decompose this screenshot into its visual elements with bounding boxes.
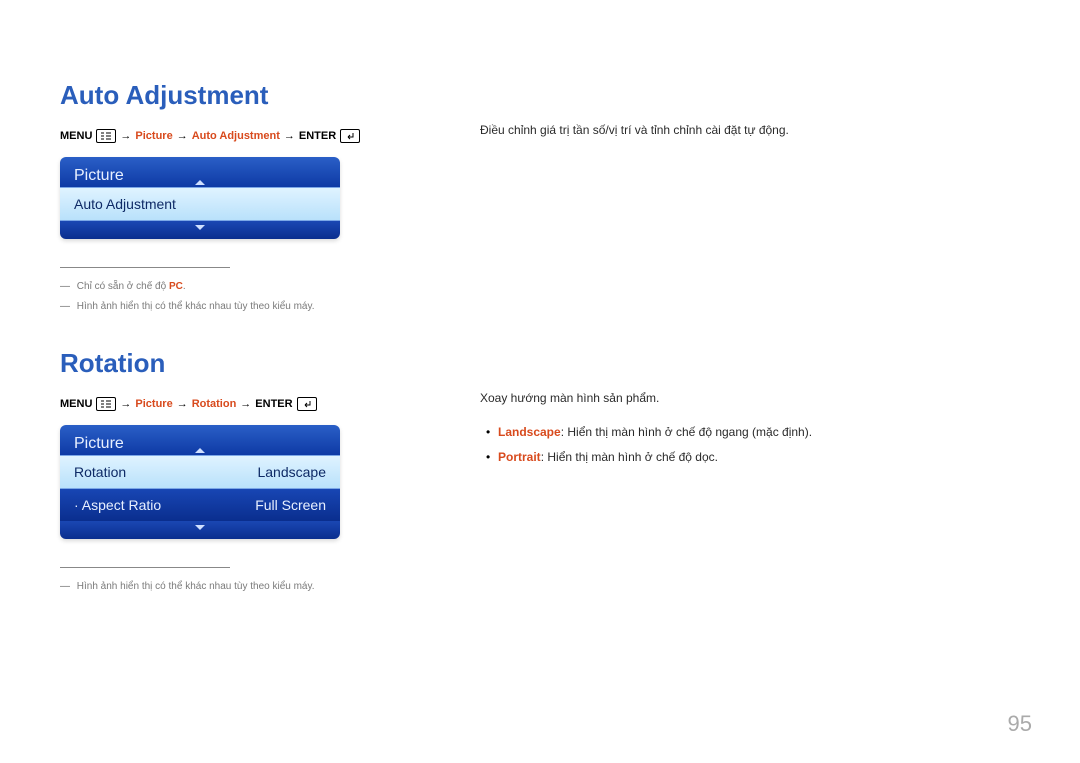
divider (60, 567, 230, 568)
left-column: Auto Adjustment MENU → Picture → Auto Ad… (60, 80, 400, 318)
chevron-down-icon (195, 525, 205, 530)
option-key: Portrait (498, 450, 541, 464)
section-auto-adjustment: Auto Adjustment MENU → Picture → Auto Ad… (60, 80, 1020, 318)
arrow-icon: → (240, 398, 251, 410)
footnote-text: Hình ảnh hiển thị có thể khác nhau tùy t… (77, 301, 315, 312)
option-key: Landscape (498, 425, 561, 439)
path-segment: Picture (135, 398, 172, 410)
osd-panel: Picture Rotation Landscape · Aspect Rati… (60, 425, 340, 539)
footnote-text: Chỉ có sẵn ở chế độ (77, 281, 169, 292)
manual-page: Auto Adjustment MENU → Picture → Auto Ad… (0, 0, 1080, 763)
osd-row-value: Full Screen (255, 497, 326, 513)
osd-header: Picture (60, 425, 340, 455)
dash-icon: ― (60, 281, 70, 292)
option-text: : Hiển thị màn hình ở chế độ ngang (mặc … (561, 425, 812, 439)
arrow-icon: → (120, 130, 131, 142)
footnote-key: PC (169, 281, 183, 292)
arrow-icon: → (120, 398, 131, 410)
chevron-down-icon (195, 225, 205, 230)
right-column: Điều chỉnh giá trị tần số/vị trí và tỉnh… (480, 80, 1020, 154)
osd-row-label: Auto Adjustment (74, 196, 176, 212)
menu-path: MENU → Picture → Rotation → ENTER (60, 397, 400, 411)
dash-icon: ― (60, 581, 70, 592)
section-rotation: Rotation MENU → Picture → Rotation → ENT… (60, 348, 1020, 598)
footnote: ― Chỉ có sẵn ở chế độ PC. (60, 278, 400, 296)
enter-icon (297, 397, 317, 411)
osd-row: · Aspect Ratio Full Screen (60, 489, 340, 521)
footnote: ― Hình ảnh hiển thị có thể khác nhau tùy… (60, 578, 400, 596)
list-item: Landscape: Hiển thị màn hình ở chế độ ng… (480, 422, 1020, 444)
left-column: Rotation MENU → Picture → Rotation → ENT… (60, 348, 400, 598)
osd-header: Picture (60, 157, 340, 187)
osd-header-label: Picture (74, 435, 124, 452)
path-segment: Auto Adjustment (192, 130, 280, 142)
option-text: : Hiển thị màn hình ở chế độ dọc. (541, 450, 718, 464)
footnote: ― Hình ảnh hiển thị có thể khác nhau tùy… (60, 298, 400, 316)
menu-keyword: MENU (60, 398, 92, 410)
section-title: Auto Adjustment (60, 80, 400, 111)
chevron-up-icon (195, 448, 205, 453)
osd-row-label: Rotation (74, 464, 126, 480)
menu-path: MENU → Picture → Auto Adjustment → ENTER (60, 129, 400, 143)
page-number: 95 (1008, 711, 1032, 737)
menu-keyword: MENU (60, 130, 92, 142)
enter-keyword: ENTER (299, 130, 336, 142)
divider (60, 267, 230, 268)
right-column: Xoay hướng màn hình sản phẩm. Landscape:… (480, 348, 1020, 473)
arrow-icon: → (284, 130, 295, 142)
option-list: Landscape: Hiển thị màn hình ở chế độ ng… (480, 422, 1020, 469)
path-segment: Picture (135, 130, 172, 142)
section-description: Xoay hướng màn hình sản phẩm. (480, 388, 1020, 410)
osd-row: Auto Adjustment (60, 187, 340, 221)
chevron-up-icon (195, 180, 205, 185)
footnote-suffix: . (183, 281, 186, 292)
osd-row-value: Landscape (257, 464, 326, 480)
osd-row-label: · Aspect Ratio (74, 497, 161, 513)
menu-icon (96, 129, 116, 143)
footnote-text: Hình ảnh hiển thị có thể khác nhau tùy t… (77, 581, 315, 592)
osd-panel: Picture Auto Adjustment (60, 157, 340, 239)
menu-icon (96, 397, 116, 411)
osd-footer (60, 521, 340, 539)
enter-icon (340, 129, 360, 143)
arrow-icon: → (177, 398, 188, 410)
enter-keyword: ENTER (255, 398, 292, 410)
section-description: Điều chỉnh giá trị tần số/vị trí và tỉnh… (480, 120, 1020, 142)
section-title: Rotation (60, 348, 400, 379)
path-segment: Rotation (192, 398, 237, 410)
osd-header-label: Picture (74, 167, 124, 184)
dash-icon: ― (60, 301, 70, 312)
arrow-icon: → (177, 130, 188, 142)
osd-row: Rotation Landscape (60, 455, 340, 489)
list-item: Portrait: Hiển thị màn hình ở chế độ dọc… (480, 447, 1020, 469)
osd-footer (60, 221, 340, 239)
